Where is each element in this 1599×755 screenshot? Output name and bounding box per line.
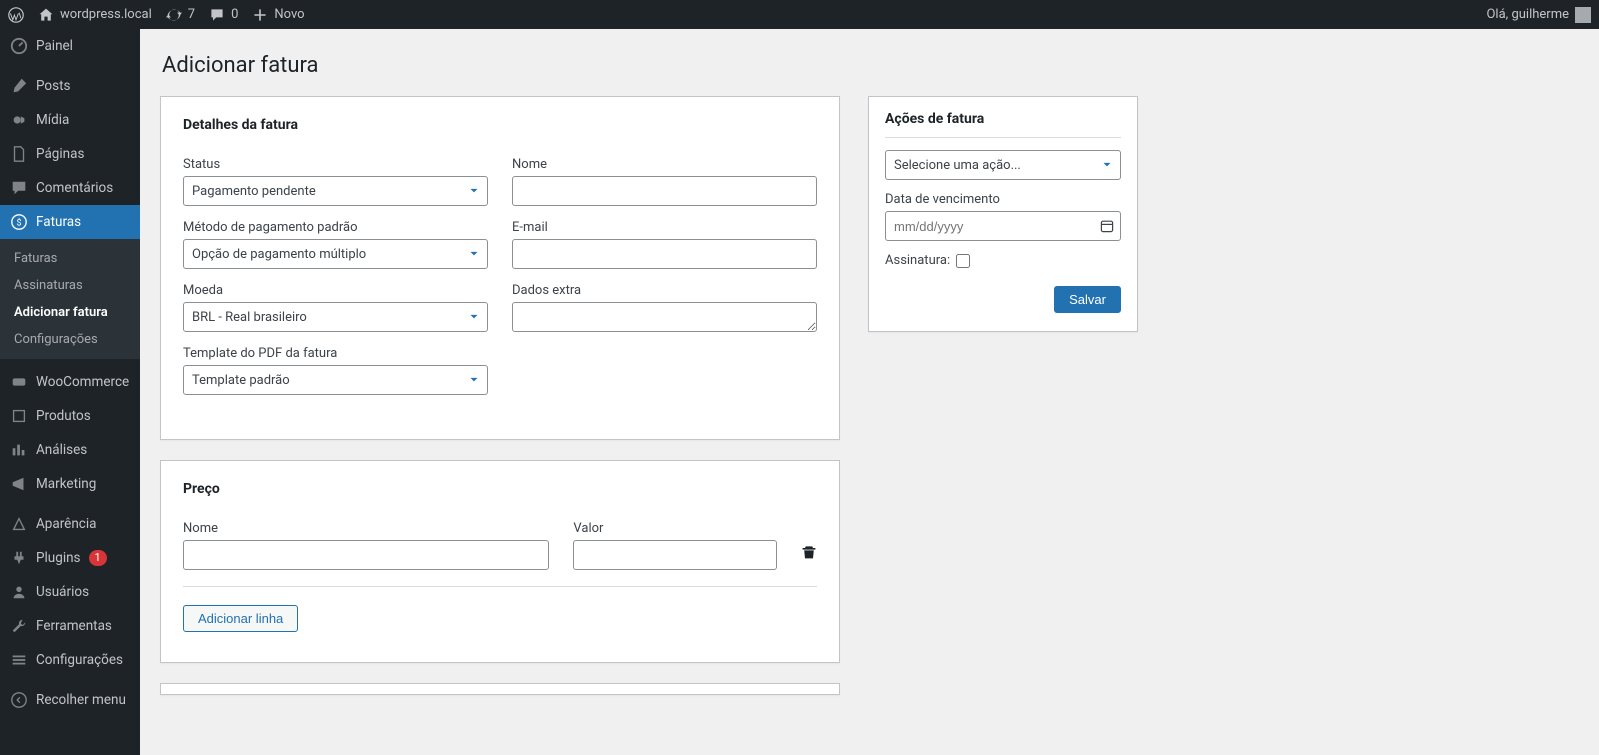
price-name-input[interactable] bbox=[183, 540, 549, 570]
menu-marketing[interactable]: Marketing bbox=[0, 467, 140, 501]
currency-select[interactable]: BRL - Real brasileiro bbox=[183, 302, 488, 332]
avatar bbox=[1575, 7, 1591, 23]
due-date-label: Data de vencimento bbox=[885, 192, 1121, 207]
extra-textarea[interactable] bbox=[512, 302, 817, 332]
chevron-down-icon bbox=[467, 373, 481, 387]
menu-collapse[interactable]: Recolher menu bbox=[0, 683, 140, 717]
extra-label: Dados extra bbox=[512, 283, 817, 298]
page-title: Adicionar fatura bbox=[162, 53, 1579, 78]
template-label: Template do PDF da fatura bbox=[183, 346, 488, 361]
add-line-button[interactable]: Adicionar linha bbox=[183, 605, 298, 632]
submenu-invoices-list[interactable]: Faturas bbox=[0, 245, 140, 272]
due-date-input[interactable] bbox=[885, 211, 1121, 241]
greeting: Olá, guilherme bbox=[1486, 7, 1569, 22]
menu-invoices[interactable]: $ Faturas bbox=[0, 205, 140, 239]
chevron-down-icon bbox=[1100, 158, 1114, 172]
save-button[interactable]: Salvar bbox=[1054, 286, 1121, 313]
price-name-label: Nome bbox=[183, 521, 549, 536]
menu-analytics[interactable]: Análises bbox=[0, 433, 140, 467]
chevron-down-icon bbox=[467, 184, 481, 198]
action-select[interactable]: Selecione uma ação... bbox=[885, 150, 1121, 180]
menu-posts[interactable]: Posts bbox=[0, 69, 140, 103]
calendar-icon bbox=[1099, 218, 1115, 234]
menu-tools[interactable]: Ferramentas bbox=[0, 609, 140, 643]
new-label: Novo bbox=[274, 7, 304, 22]
divider bbox=[183, 586, 817, 587]
delete-line-button[interactable] bbox=[801, 544, 817, 570]
invoice-details-box: Detalhes da fatura Status Pagamento pend… bbox=[160, 96, 840, 440]
email-label: E-mail bbox=[512, 220, 817, 235]
comments-link[interactable]: 0 bbox=[209, 7, 238, 23]
status-select[interactable]: Pagamento pendente bbox=[183, 176, 488, 206]
actions-heading: Ações de fatura bbox=[885, 111, 1121, 138]
template-select[interactable]: Template padrão bbox=[183, 365, 488, 395]
price-value-input[interactable] bbox=[573, 540, 777, 570]
submenu-add-invoice[interactable]: Adicionar fatura bbox=[0, 299, 140, 326]
chevron-down-icon bbox=[467, 247, 481, 261]
menu-plugins[interactable]: Plugins 1 bbox=[0, 541, 140, 575]
menu-woocommerce[interactable]: WooCommerce bbox=[0, 365, 140, 399]
menu-settings[interactable]: Configurações bbox=[0, 643, 140, 677]
comments-count: 0 bbox=[231, 7, 238, 22]
price-box: Preço Nome Valor bbox=[160, 460, 840, 663]
menu-dashboard[interactable]: Painel bbox=[0, 29, 140, 63]
currency-label: Moeda bbox=[183, 283, 488, 298]
menu-pages[interactable]: Páginas bbox=[0, 137, 140, 171]
name-input[interactable] bbox=[512, 176, 817, 206]
email-input[interactable] bbox=[512, 239, 817, 269]
name-label: Nome bbox=[512, 157, 817, 172]
chevron-down-icon bbox=[467, 310, 481, 324]
new-link[interactable]: Novo bbox=[252, 7, 304, 23]
signature-checkbox[interactable] bbox=[956, 254, 970, 268]
payment-method-select[interactable]: Opção de pagamento múltiplo bbox=[183, 239, 488, 269]
menu-media[interactable]: Mídia bbox=[0, 103, 140, 137]
updates-count: 7 bbox=[188, 7, 195, 22]
invoice-actions-box: Ações de fatura Selecione uma ação... Da… bbox=[868, 96, 1138, 332]
payment-method-label: Método de pagamento padrão bbox=[183, 220, 488, 235]
menu-appearance[interactable]: Aparência bbox=[0, 507, 140, 541]
menu-comments[interactable]: Comentários bbox=[0, 171, 140, 205]
price-value-label: Valor bbox=[573, 521, 777, 536]
details-heading: Detalhes da fatura bbox=[183, 117, 817, 133]
submenu-invoices: Faturas Assinaturas Adicionar fatura Con… bbox=[0, 239, 140, 359]
trash-icon bbox=[801, 544, 817, 560]
menu-users[interactable]: Usuários bbox=[0, 575, 140, 609]
site-name: wordpress.local bbox=[60, 7, 152, 22]
site-name-link[interactable]: wordpress.local bbox=[38, 7, 152, 23]
wp-logo[interactable] bbox=[8, 7, 24, 23]
submenu-settings[interactable]: Configurações bbox=[0, 326, 140, 353]
signature-label: Assinatura: bbox=[885, 253, 950, 268]
next-box-peek bbox=[160, 683, 840, 695]
price-heading: Preço bbox=[183, 481, 817, 497]
status-label: Status bbox=[183, 157, 488, 172]
updates-link[interactable]: 7 bbox=[166, 7, 195, 23]
plugins-badge: 1 bbox=[89, 550, 107, 566]
submenu-subscriptions[interactable]: Assinaturas bbox=[0, 272, 140, 299]
svg-text:$: $ bbox=[16, 218, 21, 229]
account-link[interactable]: Olá, guilherme bbox=[1486, 7, 1591, 23]
menu-products[interactable]: Produtos bbox=[0, 399, 140, 433]
